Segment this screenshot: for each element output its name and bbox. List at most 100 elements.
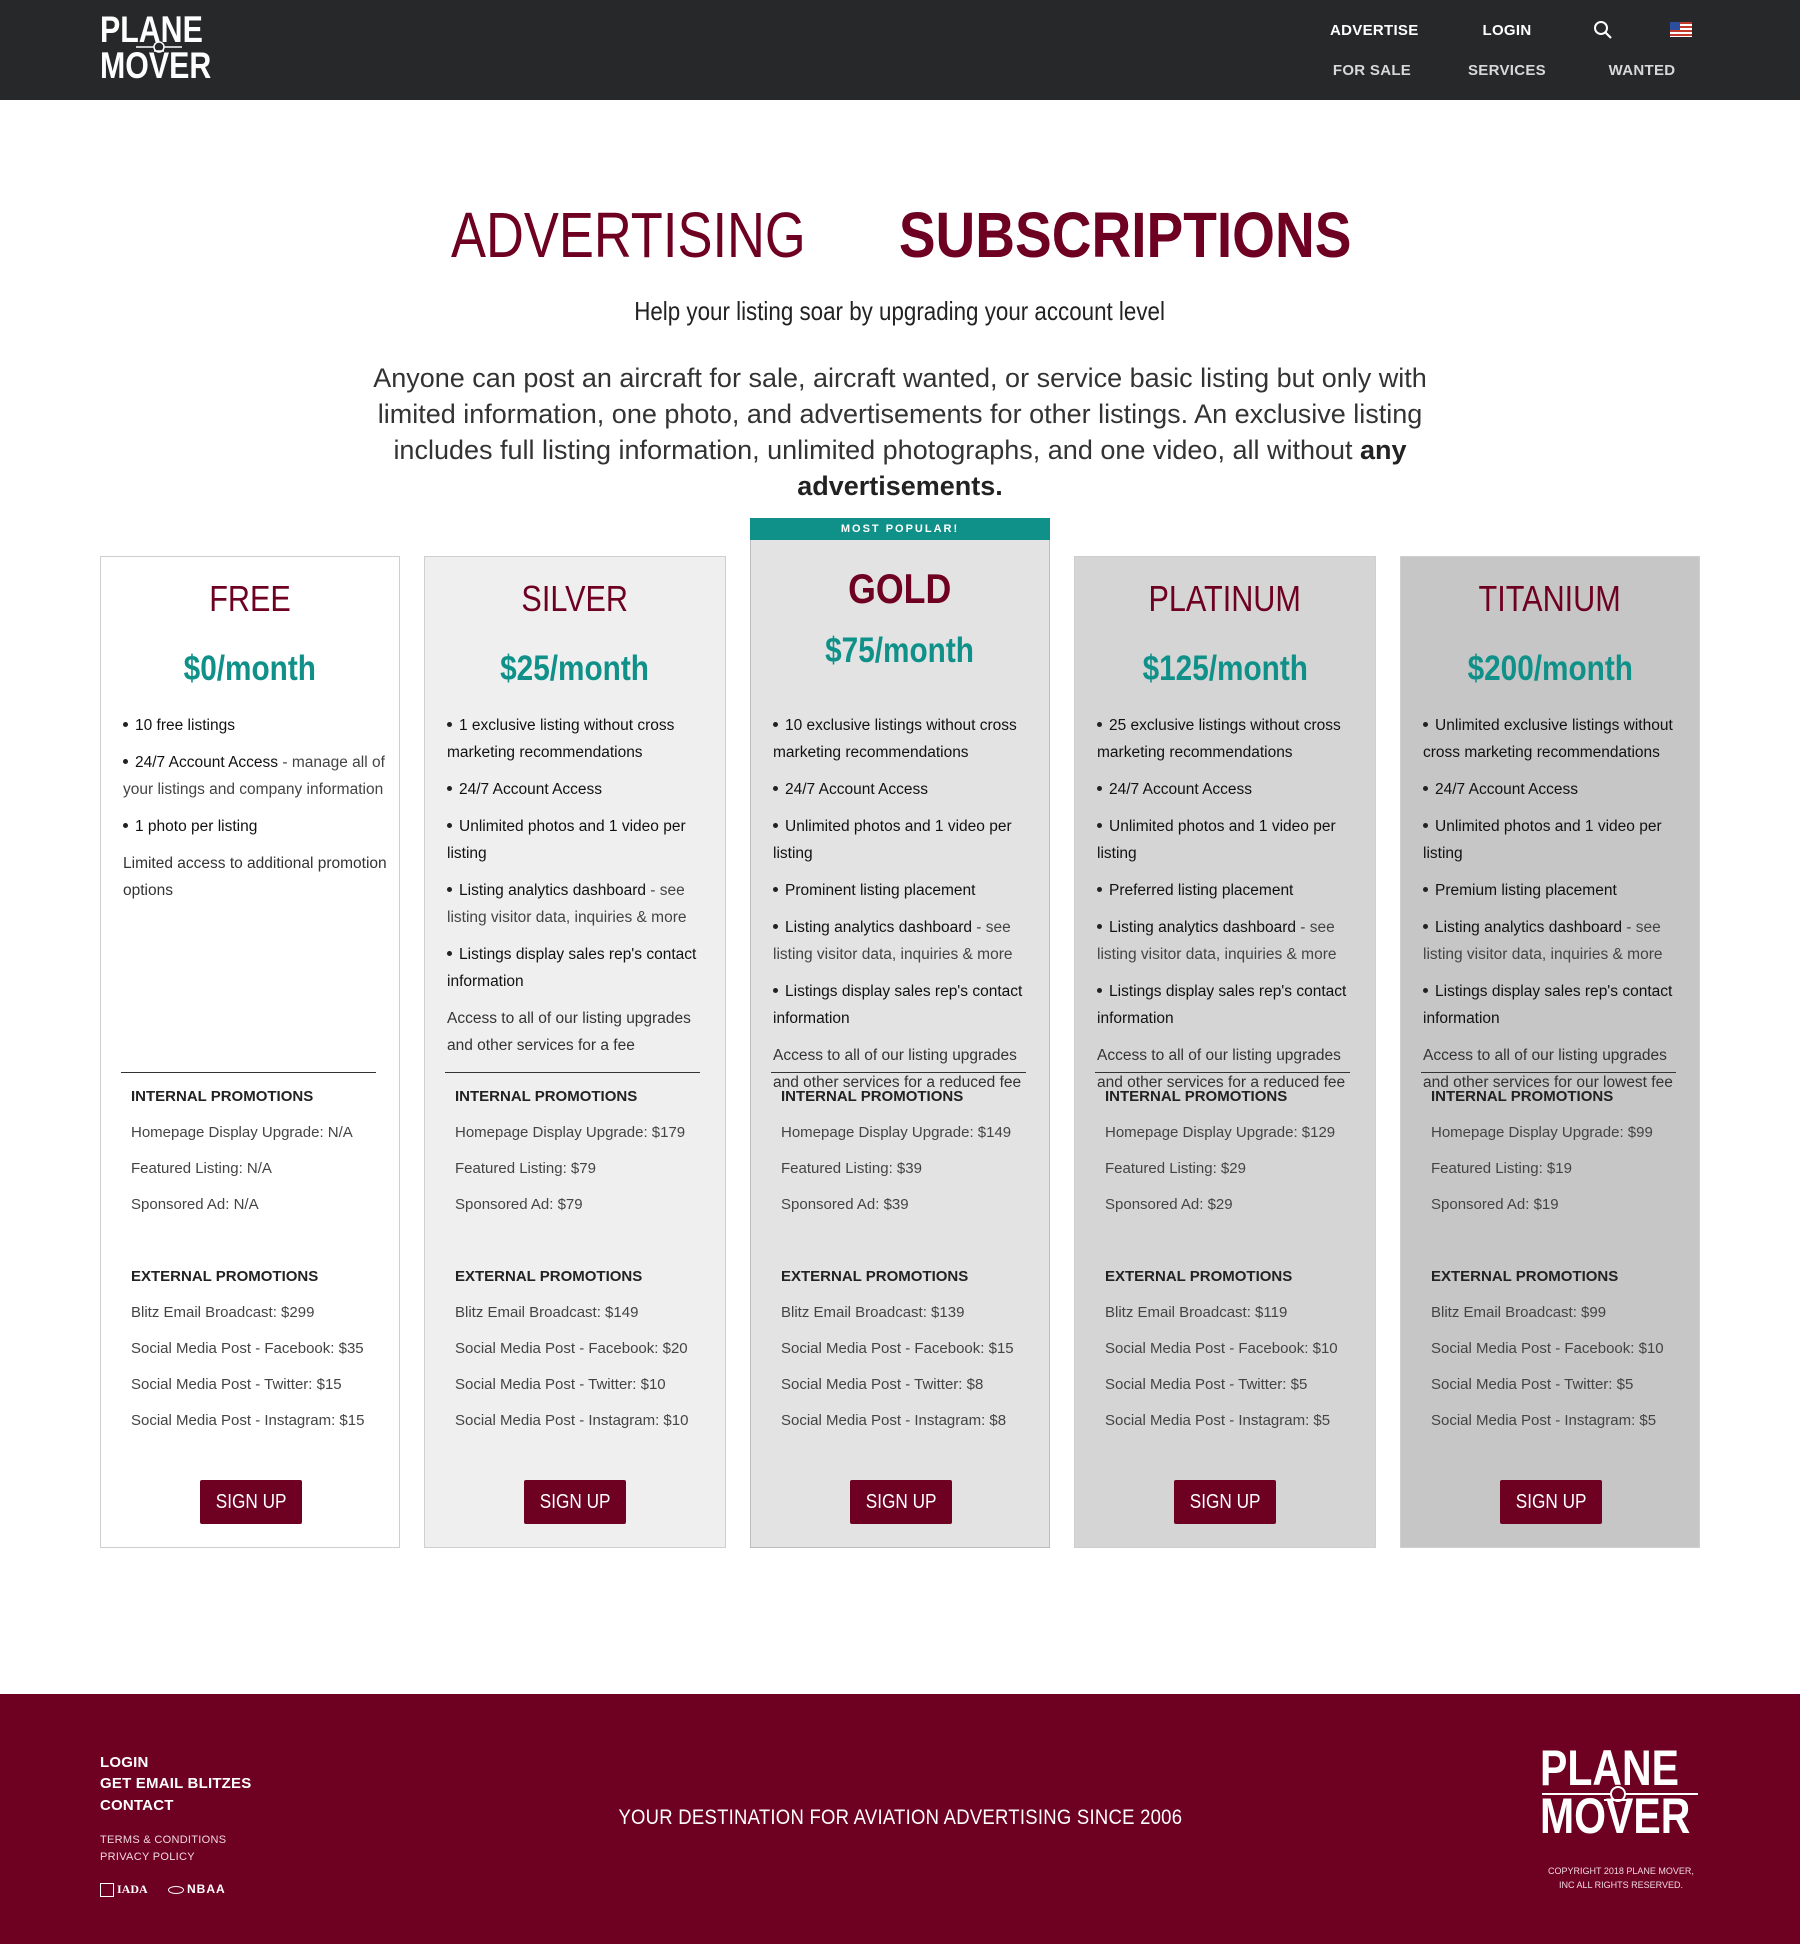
- plan-price-text: $200/month: [1467, 649, 1633, 688]
- plan-feature: Unlimited exclusive listings without cro…: [1423, 712, 1689, 766]
- plan-price: $125/month: [1075, 647, 1375, 691]
- plan-feature-list: 25 exclusive listings without cross mark…: [1097, 712, 1363, 1106]
- sign-up-button-titanium[interactable]: SIGN UP: [1500, 1480, 1602, 1524]
- page-subtitle: Help your listing soar by upgrading your…: [0, 296, 1800, 327]
- internal-promotion-price: Featured Listing: $39: [781, 1160, 922, 1177]
- plan-feature: 1 photo per listing: [123, 813, 389, 840]
- footer-privacy-link[interactable]: PRIVACY POLICY: [100, 1851, 195, 1863]
- airplane-icon: [136, 41, 182, 53]
- plan-feature: Listing analytics dashboard - see listin…: [773, 914, 1039, 968]
- nav-wanted[interactable]: WANTED: [1602, 62, 1682, 79]
- sign-up-button-silver[interactable]: SIGN UP: [524, 1480, 626, 1524]
- internal-promotions-heading: INTERNAL PROMOTIONS: [1105, 1088, 1288, 1105]
- external-promotion-price: Social Media Post - Instagram: $5: [1431, 1412, 1657, 1429]
- sign-up-button-platinum[interactable]: SIGN UP: [1174, 1480, 1276, 1524]
- footer-tagline: YOUR DESTINATION FOR AVIATION ADVERTISIN…: [0, 1806, 1800, 1830]
- plan-name-text: SILVER: [521, 578, 629, 619]
- sign-up-button-gold[interactable]: SIGN UP: [850, 1480, 952, 1524]
- plan-feature-title: Premium listing placement: [1435, 882, 1617, 899]
- plan-feature-title: Prominent listing placement: [785, 882, 976, 899]
- footer-copyright: COPYRIGHT 2018 PLANE MOVER, INC ALL RIGH…: [1540, 1864, 1702, 1892]
- iada-logo-text: IADA: [117, 1882, 148, 1896]
- search-icon[interactable]: [1593, 20, 1613, 40]
- bullet-icon: [773, 886, 778, 892]
- external-promotion-price: Social Media Post - Twitter: $8: [781, 1376, 984, 1393]
- plan-feature-title: Preferred listing placement: [1109, 882, 1294, 899]
- nbaa-logo-text: NBAA: [187, 1882, 226, 1896]
- bullet-icon: [447, 950, 452, 956]
- plan-name: TITANIUM: [1401, 577, 1699, 621]
- bullet-icon: [1423, 721, 1428, 727]
- bullet-icon: [1423, 886, 1428, 892]
- nav-advertise[interactable]: ADVERTISE: [1330, 22, 1418, 39]
- external-promotion-price: Blitz Email Broadcast: $119: [1105, 1304, 1288, 1321]
- external-promotions-heading: EXTERNAL PROMOTIONS: [131, 1268, 319, 1285]
- plane-mover-logo[interactable]: PLANE MOVER: [100, 11, 220, 88]
- plan-feature: Listings display sales rep's contact inf…: [1423, 978, 1689, 1032]
- page-title-bold: SUBSCRIPTIONS: [898, 199, 1352, 271]
- sign-up-button-free[interactable]: SIGN UP: [200, 1480, 302, 1524]
- internal-promotions-heading: INTERNAL PROMOTIONS: [131, 1088, 314, 1105]
- nav-login[interactable]: LOGIN: [1467, 22, 1547, 39]
- plan-feature: Listings display sales rep's contact inf…: [1097, 978, 1363, 1032]
- internal-promotion-price: Sponsored Ad: N/A: [131, 1196, 259, 1213]
- sign-up-button-label: SIGN UP: [539, 1491, 611, 1513]
- bullet-icon: [773, 923, 778, 929]
- internal-promotion-price: Featured Listing: $79: [455, 1160, 596, 1177]
- us-flag-icon[interactable]: [1670, 22, 1692, 37]
- footer-terms-link[interactable]: TERMS & CONDITIONS: [100, 1834, 226, 1846]
- sign-up-button-label: SIGN UP: [1515, 1491, 1587, 1513]
- plan-feature-title: Unlimited photos and 1 video per listing: [447, 818, 686, 862]
- footer-plane-mover-logo[interactable]: PLANE MOVER: [1540, 1743, 1700, 1844]
- internal-promotion-price: Sponsored Ad: $79: [455, 1196, 583, 1213]
- external-promotion-price: Social Media Post - Facebook: $10: [1431, 1340, 1664, 1357]
- internal-promotion-price: Homepage Display Upgrade: $179: [455, 1124, 686, 1141]
- plan-divider: [1095, 1072, 1350, 1073]
- plan-feature-title: 10 exclusive listings without cross mark…: [773, 717, 1017, 761]
- plan-feature-title: 24/7 Account Access: [1109, 781, 1253, 798]
- external-promotion-price: Social Media Post - Facebook: $20: [455, 1340, 688, 1357]
- plan-feature-title: 24/7 Account Access: [135, 754, 279, 771]
- plan-name-text: TITANIUM: [1478, 578, 1622, 619]
- footer-login-link[interactable]: LOGIN: [100, 1754, 149, 1771]
- footer-email-blitzes-link[interactable]: GET EMAIL BLITZES: [100, 1775, 251, 1792]
- plan-feature: Premium listing placement: [1423, 877, 1689, 904]
- plan-divider: [445, 1072, 700, 1073]
- iada-logo: IADA: [100, 1882, 148, 1897]
- external-promotion-price: Social Media Post - Twitter: $5: [1431, 1376, 1634, 1393]
- bullet-icon: [1097, 785, 1102, 791]
- plan-feature-title: Listings display sales rep's contact inf…: [447, 946, 697, 990]
- bullet-icon: [1097, 822, 1102, 828]
- internal-promotion-price: Sponsored Ad: $19: [1431, 1196, 1559, 1213]
- plan-feature: 25 exclusive listings without cross mark…: [1097, 712, 1363, 766]
- nav-for-sale[interactable]: FOR SALE: [1332, 62, 1412, 79]
- plan-feature-title: 24/7 Account Access: [785, 781, 929, 798]
- external-promotion-price: Social Media Post - Instagram: $10: [455, 1412, 689, 1429]
- plan-feature-title: Unlimited photos and 1 video per listing: [1097, 818, 1336, 862]
- plan-feature-title: Listing analytics dashboard: [459, 882, 646, 899]
- external-promotions-heading: EXTERNAL PROMOTIONS: [781, 1268, 969, 1285]
- plan-feature: Preferred listing placement: [1097, 877, 1363, 904]
- plan-note: Access to all of our listing upgrades an…: [447, 1010, 691, 1054]
- page-title: ADVERTISING SUBSCRIPTIONS: [0, 197, 1800, 273]
- page-title-light: ADVERTISING: [450, 199, 806, 271]
- plan-feature: 24/7 Account Access - manage all of your…: [123, 749, 389, 803]
- bullet-icon: [1097, 886, 1102, 892]
- plan-feature: Listing analytics dashboard - see listin…: [1097, 914, 1363, 968]
- plan-feature-title: 1 exclusive listing without cross market…: [447, 717, 675, 761]
- page-subtitle-text: Help your listing soar by upgrading your…: [634, 296, 1166, 326]
- plan-feature-title: Listing analytics dashboard: [1435, 919, 1622, 936]
- internal-promotion-price: Featured Listing: $19: [1431, 1160, 1572, 1177]
- plan-card-platinum: PLATINUM $125/month 25 exclusive listings …: [1074, 556, 1376, 1548]
- external-promotion-price: Social Media Post - Instagram: $15: [131, 1412, 365, 1429]
- footer-tagline-text: YOUR DESTINATION FOR AVIATION ADVERTISIN…: [618, 1806, 1182, 1829]
- bullet-icon: [1097, 721, 1102, 727]
- external-promotion-price: Blitz Email Broadcast: $149: [455, 1304, 639, 1321]
- external-promotions-heading: EXTERNAL PROMOTIONS: [455, 1268, 643, 1285]
- plan-feature-title: 10 free listings: [135, 717, 235, 734]
- plan-feature: Prominent listing placement: [773, 877, 1039, 904]
- plan-feature: 24/7 Account Access: [1097, 776, 1363, 803]
- plan-feature-title: Listings display sales rep's contact inf…: [773, 983, 1023, 1027]
- plan-feature: 10 free listings: [123, 712, 389, 739]
- nav-services[interactable]: SERVICES: [1467, 62, 1547, 79]
